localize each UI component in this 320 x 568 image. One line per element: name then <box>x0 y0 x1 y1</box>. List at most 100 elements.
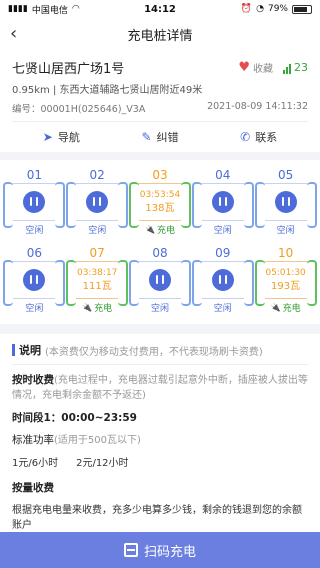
status-bar: ▮▮▮▮ 中国电信 ◠ 14:12 ⏰ ◔ 79% <box>0 0 320 18</box>
plug-status: 空闲 <box>151 301 169 314</box>
plug-slot[interactable]: 01 空闲 <box>3 168 66 238</box>
charging-icon: 🔌 <box>145 225 155 234</box>
heart-icon: ♥ <box>238 60 250 75</box>
std-power-note: (适用于500瓦以下) <box>54 435 141 446</box>
station-info-card: 七贤山居西广场1号 ♥ 收藏 23 0.95km | 东西大道辅路七贤山居附近4… <box>0 50 320 152</box>
plug-status: 空闲 <box>88 223 106 236</box>
period-label: 时间段1：00:00~23:59 <box>12 412 137 424</box>
plug-slot[interactable]: 10 05:01:30 193瓦 🔌 充电 <box>254 246 317 316</box>
plug-number: 08 <box>152 246 168 260</box>
plug-box <box>191 182 254 228</box>
signal-strength: 23 <box>283 61 308 74</box>
plug-number: 03 <box>152 168 168 182</box>
page-title: 充电桩详情 <box>127 28 193 44</box>
plug-number: 04 <box>215 168 231 182</box>
qty-fee-text: 根据充电电量来收费，充多少电算多少钱，剩余的钱退到您的余额账户 <box>12 505 302 531</box>
plug-status: 空闲 <box>25 301 43 314</box>
plug-status-label: 空闲 <box>213 226 232 236</box>
plug-slot[interactable]: 02 空闲 <box>66 168 129 238</box>
plug-slot[interactable]: 09 空闲 <box>191 246 254 316</box>
socket-icon <box>211 191 234 213</box>
station-name: 七贤山居西广场1号 <box>12 62 125 77</box>
plug-status: 空闲 <box>277 223 295 236</box>
plug-status: 空闲 <box>214 223 232 236</box>
navigate-button[interactable]: ➤ 导航 <box>12 129 111 145</box>
plug-slot[interactable]: 04 空闲 <box>191 168 254 238</box>
signal-bar-icon <box>289 64 291 74</box>
carrier-label: 中国电信 <box>31 5 68 16</box>
plug-slot[interactable]: 08 空闲 <box>128 246 191 316</box>
signal-bar-icon <box>286 67 288 74</box>
alarm-icon: ⏰ <box>240 4 253 14</box>
explain-title: 说明 <box>19 344 41 357</box>
scan-icon <box>123 543 138 557</box>
plug-status: 🔌 充电 <box>271 301 301 314</box>
signal-bar-icon <box>283 70 285 74</box>
nav-bar: ‹ 充电桩详情 <box>0 18 320 50</box>
plug-box: 03:38:17 111瓦 <box>66 260 129 306</box>
navigate-label: 导航 <box>57 131 80 144</box>
phone-icon: ✆ <box>240 130 251 144</box>
charging-time: 05:01:30 <box>265 268 306 278</box>
contact-button[interactable]: ✆ 联系 <box>209 129 308 145</box>
plug-grid-card: 01 空闲 02 空闲 03 03:53:54 138瓦 🔌 充电 04 空闲 05 空闲 06 空闲 07 0… <box>0 160 320 324</box>
plug-box <box>191 260 254 306</box>
charging-info: 03:53:54 138瓦 <box>140 189 180 215</box>
socket-icon <box>23 269 46 291</box>
plug-number: 05 <box>277 168 294 182</box>
socket-icon <box>86 191 109 213</box>
charging-info: 03:38:17 111瓦 <box>77 267 117 293</box>
plug-number: 07 <box>89 246 105 260</box>
plug-slot[interactable]: 05 空闲 <box>254 168 317 238</box>
station-address: 0.95km | 东西大道辅路七贤山居附近49米 <box>12 85 203 96</box>
price-option-2: 2元/12小时 <box>76 458 129 469</box>
plug-box: 03:53:54 138瓦 <box>128 182 191 228</box>
std-power-label: 标准功率 <box>12 434 54 446</box>
plug-box <box>254 182 317 228</box>
plug-box <box>128 260 191 306</box>
plug-box <box>3 260 66 306</box>
charging-power: 138瓦 <box>145 203 175 214</box>
plug-status-label: 充电 <box>94 304 113 314</box>
plug-status-label: 空闲 <box>150 304 169 314</box>
plug-number: 09 <box>215 246 231 260</box>
scan-charge-button[interactable]: 扫码充电 <box>0 532 320 568</box>
correct-label: 纠错 <box>156 131 179 144</box>
navigation-icon: ➤ <box>42 130 53 144</box>
plug-status: 空闲 <box>214 301 232 314</box>
scan-charge-label: 扫码充电 <box>143 544 196 560</box>
plug-status: 空闲 <box>25 223 43 236</box>
plug-status-label: 充电 <box>282 304 301 314</box>
charging-icon: 🔌 <box>270 303 281 312</box>
socket-icon <box>274 191 297 213</box>
favorite-label: 收藏 <box>253 64 273 75</box>
fee-explanation: 说明 (本资费仅为移动支付费用，不代表现场刷卡资费) 按时收费(充电过程中，充电… <box>0 334 320 543</box>
charging-time: 03:38:17 <box>76 268 118 278</box>
time-fee-note: (充电过程中，充电器过载引起意外中断，插座被人拔出等情况，充电剩余金额不予返还) <box>12 375 308 401</box>
explain-note: (本资费仅为移动支付费用，不代表现场刷卡资费) <box>45 346 263 358</box>
favorite-button[interactable]: ♥ 收藏 <box>238 60 273 75</box>
plug-slot[interactable]: 03 03:53:54 138瓦 🔌 充电 <box>128 168 191 238</box>
plug-status-label: 空闲 <box>88 226 107 236</box>
plug-slot[interactable]: 06 空闲 <box>3 246 66 316</box>
contact-label: 联系 <box>255 131 278 144</box>
plug-slot[interactable]: 07 03:38:17 111瓦 🔌 充电 <box>66 246 129 316</box>
station-code: 编号：00001H(025646)_V3A <box>12 104 146 115</box>
socket-icon <box>211 269 234 291</box>
plug-box <box>3 182 66 228</box>
plug-status-label: 空闲 <box>25 304 44 314</box>
battery-percent: 79% <box>267 4 288 14</box>
cell-signal-icon: ▮▮▮▮ <box>8 4 28 14</box>
back-icon[interactable]: ‹ <box>10 24 30 44</box>
correct-button[interactable]: ✎ 纠错 <box>111 129 210 145</box>
status-time: 14:12 <box>144 3 176 15</box>
plug-grid: 01 空闲 02 空闲 03 03:53:54 138瓦 🔌 充电 04 空闲 05 空闲 06 空闲 07 0… <box>3 168 317 316</box>
time-fee-title: 按时收费 <box>12 374 54 386</box>
lock-rotation-icon: ◔ <box>256 4 264 14</box>
plug-status: 🔌 充电 <box>82 301 112 314</box>
socket-icon <box>148 269 171 291</box>
plug-number: 06 <box>26 246 43 260</box>
plug-number: 10 <box>277 246 294 260</box>
action-bar: ➤ 导航 ✎ 纠错 ✆ 联系 <box>12 122 308 152</box>
plug-number: 02 <box>89 168 105 182</box>
